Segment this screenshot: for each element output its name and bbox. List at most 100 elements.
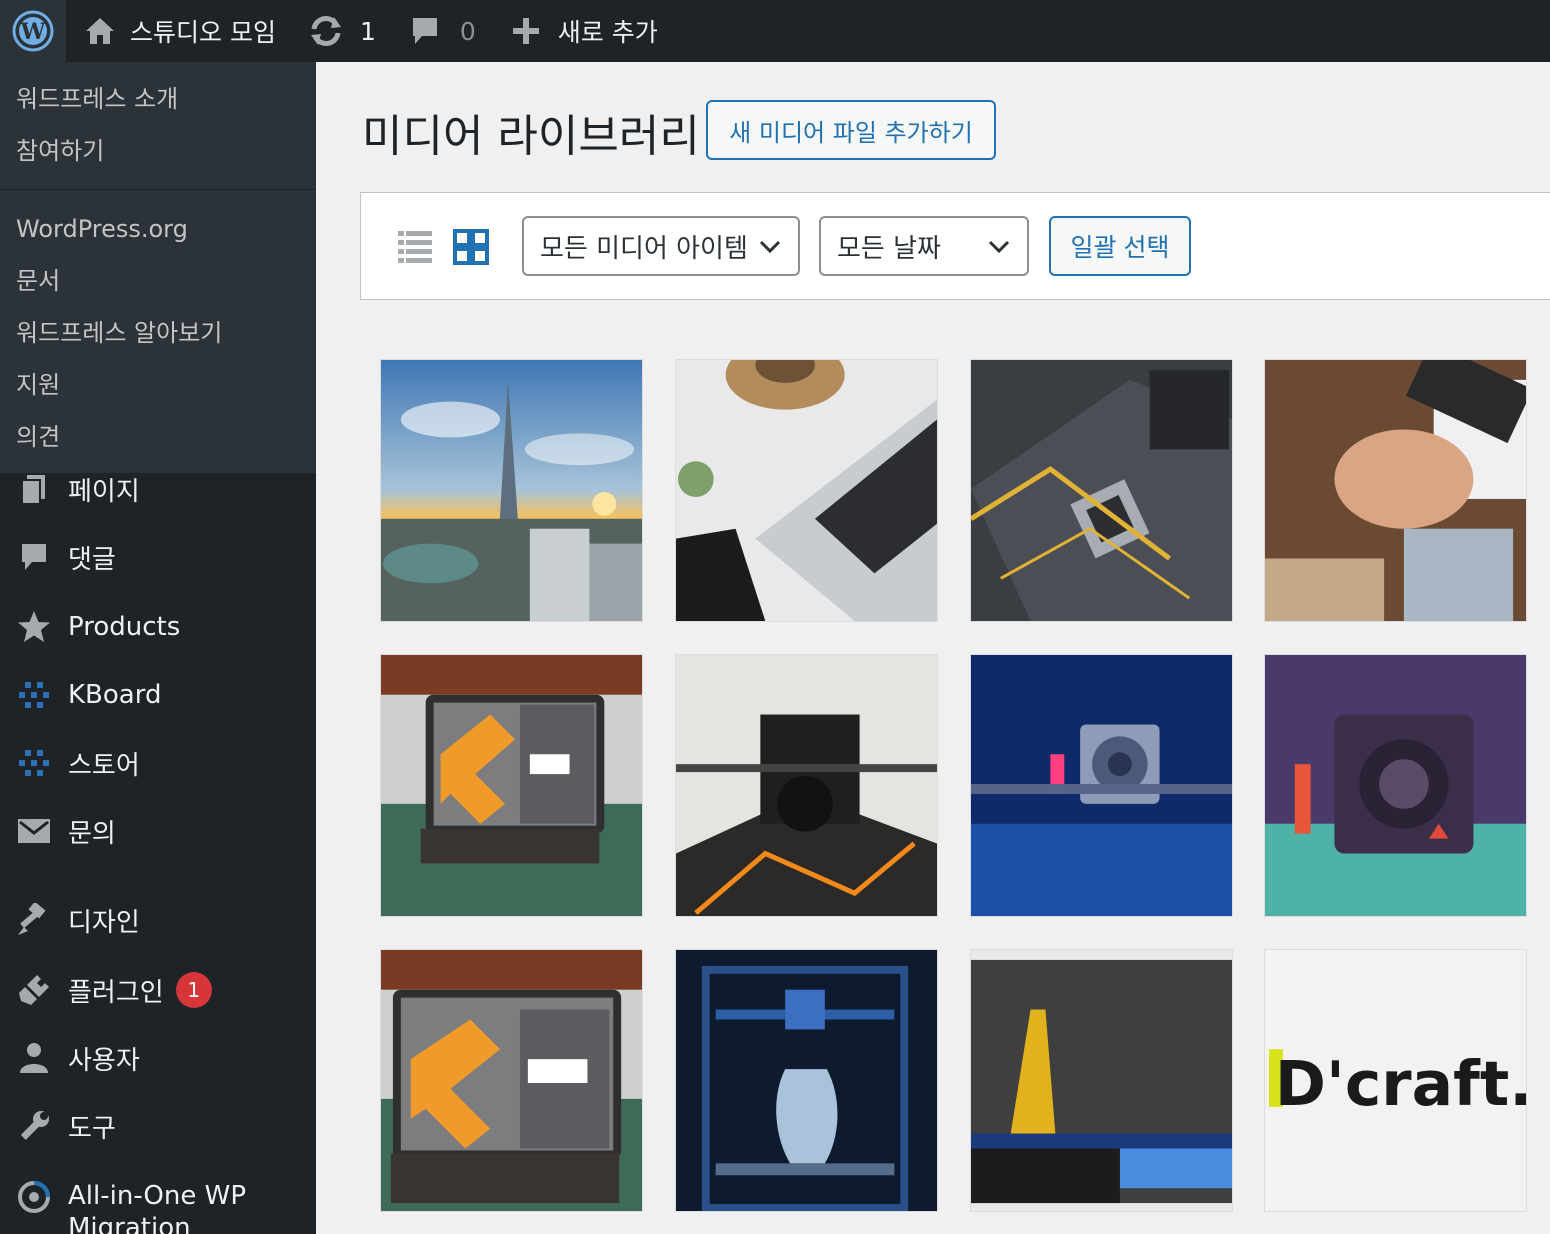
3d-print-yellow-photo (971, 950, 1232, 1211)
media-item[interactable] (675, 949, 938, 1212)
submenu-item-documentation[interactable]: 문서 (0, 266, 316, 318)
3d-printer-vase-photo (676, 950, 937, 1211)
comment-icon (22, 544, 46, 570)
submenu-external-group: WordPress.org 문서 워드프레스 알아보기 지원 의견 (0, 190, 316, 474)
menu-label-users: 사용자 (68, 1045, 140, 1076)
menu-item-store[interactable]: 스토어 (0, 733, 316, 793)
menu-label-contact: 문의 (68, 818, 116, 849)
submenu-item-about[interactable]: 워드프레스 소개 (0, 84, 316, 136)
media-toolbar: 모든 미디어 아이템 모든 날짜 일괄 선택 (360, 192, 1550, 300)
3d-printer-nozzle-photo (676, 655, 937, 916)
menu-label-appearance: 디자인 (68, 907, 140, 938)
comments-link[interactable]: 0 (410, 0, 476, 62)
updates-count: 1 (359, 16, 376, 46)
submenu-item-learn[interactable]: 워드프레스 알아보기 (0, 318, 316, 370)
media-item[interactable] (1264, 359, 1527, 622)
submenu-item-contribute[interactable]: 참여하기 (0, 136, 316, 188)
media-item[interactable] (970, 654, 1233, 917)
list-view-button[interactable] (397, 229, 433, 269)
tablet-3d-model-photo (381, 655, 642, 916)
kboard-icon (19, 682, 49, 708)
chevron-down-icon (988, 240, 1010, 254)
date-filter-value: 모든 날짜 (837, 233, 941, 264)
menu-label-pages: 페이지 (68, 476, 140, 507)
tablet-3d-model-photo-2 (381, 950, 642, 1211)
menu-item-products[interactable]: Products (0, 597, 316, 657)
menu-label-products: Products (68, 612, 181, 642)
menu-label-all-in-one-migration: All-in-One WP Migration (68, 1181, 247, 1234)
wordpress-logo-button[interactable]: W (0, 0, 66, 62)
3d-printer-purple-photo (1265, 655, 1526, 916)
menu-item-plugins[interactable]: 플러그인 1 (0, 960, 316, 1020)
date-filter-select[interactable]: 모든 날짜 (819, 216, 1029, 276)
media-item[interactable] (675, 654, 938, 917)
menu-label-comments: 댓글 (68, 544, 116, 575)
plugin-update-badge: 1 (175, 972, 212, 1008)
admin-sidebar: 워드프레스 소개 참여하기 WordPress.org 문서 워드프레스 알아보… (0, 62, 316, 1234)
menu-item-users[interactable]: 사용자 (0, 1028, 316, 1088)
menu-item-appearance[interactable]: 디자인 (0, 890, 316, 950)
menu-item-all-in-one-migration[interactable]: All-in-One WP Migration (0, 1166, 316, 1234)
media-grid: D'craft. (380, 359, 1540, 1234)
main-content: 미디어 라이브러리 새 미디어 파일 추가하기 모든 미디어 아이템 모든 날짜 (316, 62, 1550, 1234)
store-icon (19, 750, 49, 776)
home-icon (86, 18, 114, 44)
menu-label-kboard: KBoard (68, 680, 162, 710)
media-item[interactable] (970, 359, 1233, 622)
site-name: 스튜디오 모임 (130, 18, 276, 47)
add-new-media-button[interactable]: 새 미디어 파일 추가하기 (706, 100, 996, 160)
menu-item-tools[interactable]: 도구 (0, 1096, 316, 1156)
new-content-link[interactable]: 새로 추가 (512, 0, 658, 62)
media-item[interactable] (380, 654, 643, 917)
menu-item-comments[interactable]: 댓글 (0, 527, 316, 587)
laptop-desk-photo (676, 360, 937, 621)
media-item[interactable]: D'craft. (1264, 949, 1527, 1212)
submenu-item-feedback[interactable]: 의견 (0, 422, 316, 474)
media-item[interactable] (1264, 654, 1527, 917)
submenu-item-wordpress-org[interactable]: WordPress.org (0, 214, 316, 266)
chevron-down-icon (759, 240, 781, 254)
migration-icon (18, 1181, 50, 1213)
wordpress-icon: W (12, 10, 54, 52)
admin-bar: W 스튜디오 모임 1 0 새로 추가 (0, 0, 1550, 62)
menu-item-contact[interactable]: 문의 (0, 801, 316, 861)
comment-icon (412, 18, 437, 44)
page-title: 미디어 라이브러리 (362, 111, 700, 162)
svg-text:W: W (20, 19, 46, 45)
menu-label-store: 스토어 (68, 750, 140, 781)
submenu-item-support[interactable]: 지원 (0, 370, 316, 422)
grid-view-icon (453, 229, 489, 265)
dcraft-logo-text: D'craft. (1275, 1048, 1526, 1120)
wordpress-logo-submenu: 워드프레스 소개 참여하기 WordPress.org 문서 워드프레스 알아보… (0, 62, 316, 473)
media-item[interactable] (675, 359, 938, 622)
page-icon (21, 475, 45, 505)
wrench-icon (20, 1111, 49, 1140)
media-type-filter-value: 모든 미디어 아이템 (540, 233, 748, 264)
media-item[interactable] (380, 949, 643, 1212)
updates-icon (310, 16, 341, 46)
menu-label-plugins: 플러그인 (68, 977, 164, 1008)
mail-icon (18, 819, 50, 843)
motherboard-photo (971, 360, 1232, 621)
list-view-icon (398, 231, 432, 263)
media-item[interactable] (970, 949, 1233, 1212)
new-content-label: 새로 추가 (557, 18, 658, 47)
dcraft-logo: D'craft. (1265, 950, 1526, 1211)
brush-icon (18, 903, 46, 935)
media-item[interactable] (380, 359, 643, 622)
bulk-select-button[interactable]: 일괄 선택 (1049, 216, 1191, 276)
grid-view-button[interactable] (453, 229, 489, 269)
site-name-link[interactable]: 스튜디오 모임 (84, 0, 276, 62)
user-icon (20, 1043, 48, 1073)
menu-item-kboard[interactable]: KBoard (0, 665, 316, 725)
plugin-icon (19, 975, 49, 1005)
comments-count: 0 (459, 16, 476, 46)
city-tower-photo (381, 360, 642, 621)
submenu-about-group: 워드프레스 소개 참여하기 (0, 62, 316, 190)
updates-link[interactable]: 1 (308, 0, 376, 62)
team-hands-photo (1265, 360, 1526, 621)
media-type-filter-select[interactable]: 모든 미디어 아이템 (522, 216, 800, 276)
plus-icon (512, 18, 539, 44)
3d-printer-blue-photo (971, 655, 1232, 916)
menu-label-tools: 도구 (68, 1113, 116, 1144)
